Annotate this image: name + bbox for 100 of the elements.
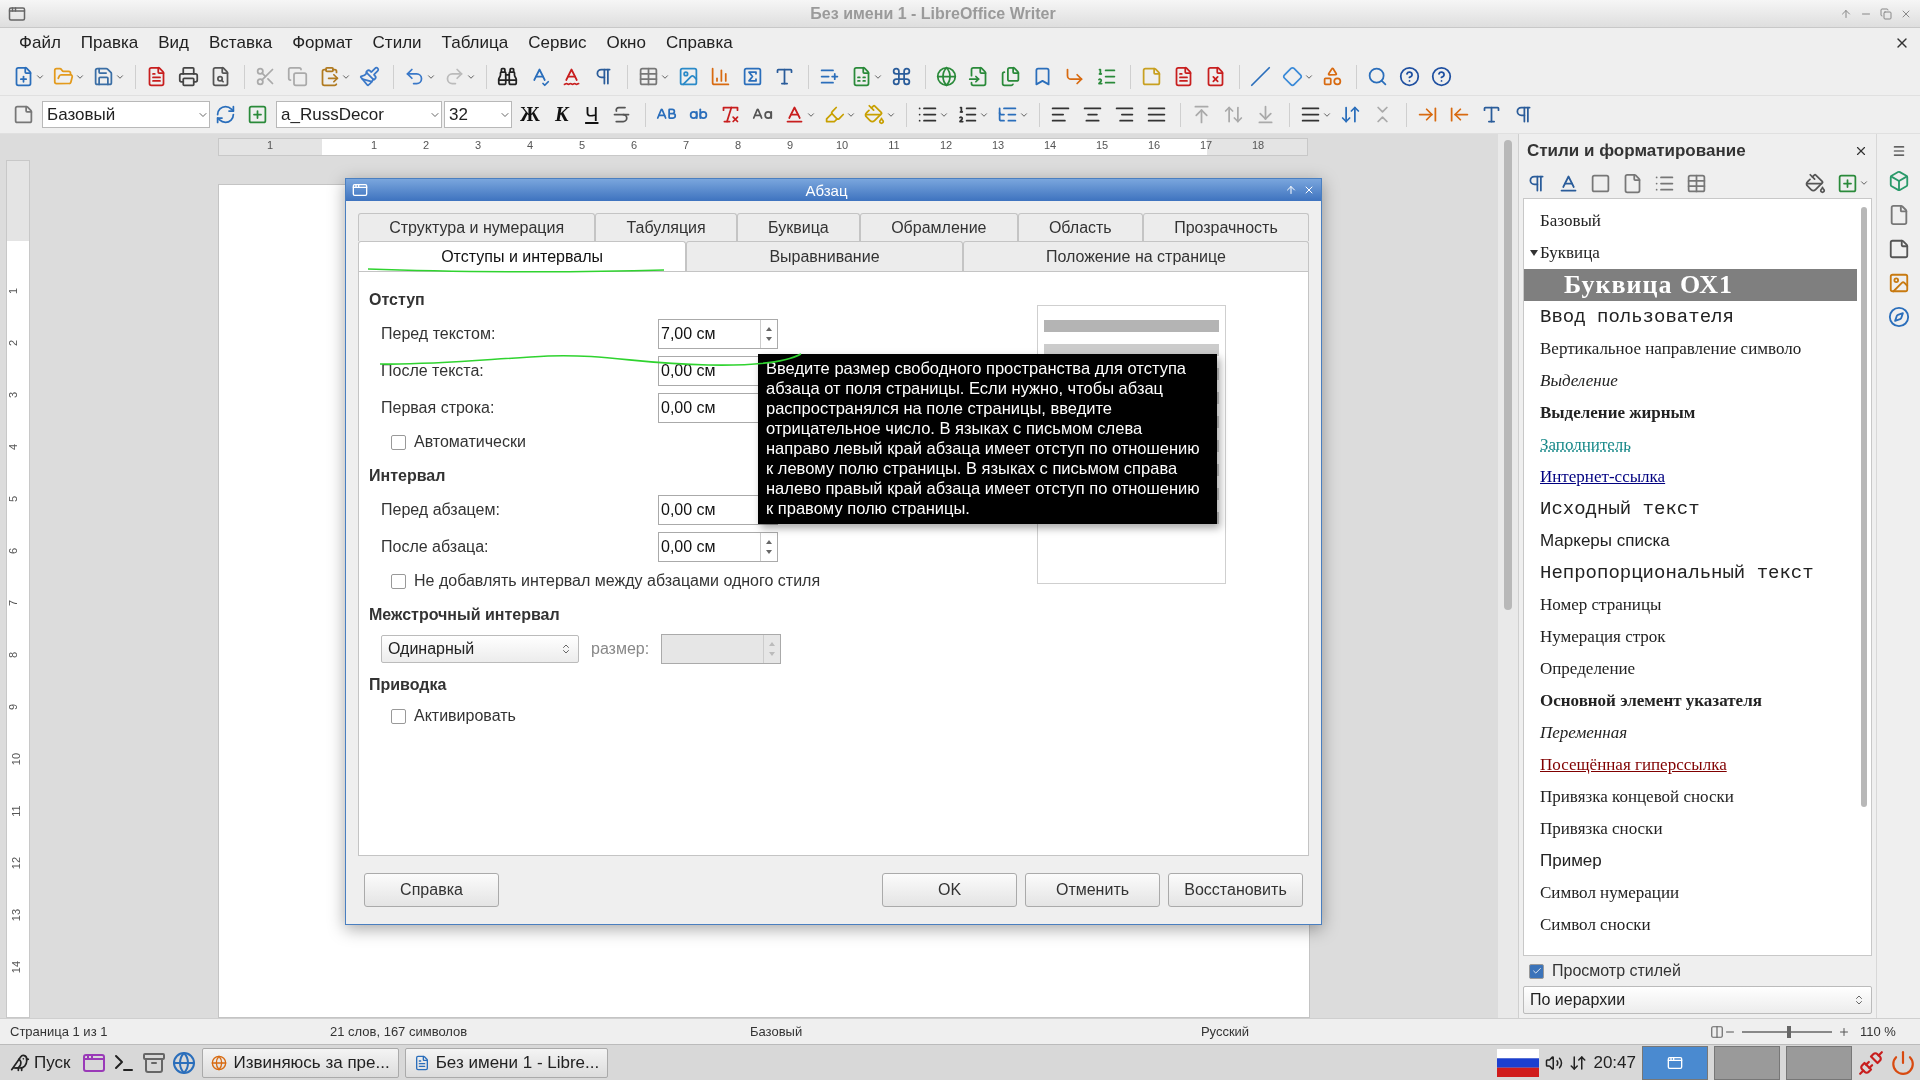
dialog-tab[interactable]: Область: [1017, 213, 1143, 241]
ruler-number: 14: [10, 960, 23, 974]
ruler-number: 16: [1147, 139, 1161, 151]
style-item[interactable]: Привязка сноски: [1524, 813, 1857, 845]
ruler-number: 11: [888, 139, 900, 151]
reset-button[interactable]: Восстановить: [1168, 873, 1303, 907]
ruler-number: 2: [7, 339, 20, 347]
dialog-tab[interactable]: Табуляция: [595, 213, 737, 241]
spin-field[interactable]: 0,00 см: [658, 531, 778, 562]
menu-item[interactable]: Вставка: [200, 31, 282, 55]
style-item[interactable]: Заполнитель: [1524, 429, 1857, 461]
ruler-number: 5: [578, 139, 586, 151]
ruler-number: 7: [7, 599, 20, 607]
format-button[interactable]: Ч: [577, 98, 606, 131]
ruler-number: 10: [10, 752, 23, 766]
style-item[interactable]: Буквица ОХ1: [1524, 269, 1857, 301]
dialog-title: Абзац: [804, 181, 849, 199]
section-title: Межстрочный интервал: [369, 605, 560, 625]
style-item[interactable]: Выделение: [1524, 365, 1857, 397]
spin-field[interactable]: 7,00 см: [658, 318, 778, 349]
dialog-tab[interactable]: Прозрачность: [1142, 213, 1309, 241]
help-button[interactable]: Справка: [364, 873, 499, 907]
ruler-number: 8: [734, 139, 742, 151]
menu-item[interactable]: Таблица: [432, 31, 518, 55]
checkbox[interactable]: Просмотр стилей: [1523, 956, 1872, 986]
ruler-number: 6: [630, 139, 638, 151]
sidebar-title: Стили и форматирование: [1527, 141, 1747, 161]
page-style: Базовый: [749, 1024, 804, 1039]
taskbar-button[interactable]: Извиняюсь за пре...: [202, 1047, 399, 1078]
style-item[interactable]: Номер страницы: [1524, 589, 1857, 621]
dialog-tab[interactable]: Выравнивание: [686, 241, 963, 271]
style-item[interactable]: Определение: [1524, 653, 1857, 685]
field-label: Первая строка:: [381, 398, 496, 417]
ruler-number: 1: [7, 287, 20, 295]
format-button[interactable]: К: [547, 98, 576, 131]
style-item[interactable]: Посещённая гиперссылка: [1524, 749, 1857, 781]
ruler-number: 9: [7, 703, 20, 711]
ruler-number: 1: [266, 139, 274, 151]
size-label: размер:: [591, 639, 650, 658]
language: Русский: [1199, 1024, 1251, 1039]
style-item[interactable]: Переменная: [1524, 717, 1857, 749]
ruler-number: 18: [1251, 139, 1265, 151]
section-title: Отступ: [369, 290, 425, 310]
menu-item[interactable]: Формат: [283, 31, 362, 55]
checkbox[interactable]: Не добавлять интервал между абзацами одного стиля: [369, 565, 1029, 597]
ruler-number: 7: [682, 139, 690, 151]
ruler-number: 2: [422, 139, 430, 151]
style-item[interactable]: Интернет-ссылка: [1524, 461, 1857, 493]
ruler-number: 1: [370, 139, 378, 151]
field-label: После текста:: [381, 361, 485, 380]
style-item[interactable]: Символ нумерации: [1524, 877, 1857, 909]
menu-item[interactable]: Вид: [149, 31, 198, 55]
menu-item[interactable]: Сервис: [519, 31, 596, 55]
style-item[interactable]: Буквица: [1524, 237, 1857, 269]
style-filter-select[interactable]: По иерархии: [1523, 986, 1872, 1014]
menu-item[interactable]: Правка: [71, 31, 148, 55]
menu-item[interactable]: Справка: [656, 31, 742, 55]
field-label: После абзаца:: [381, 537, 490, 556]
format-button[interactable]: Ж: [514, 98, 546, 131]
style-item[interactable]: Нумерация строк: [1524, 621, 1857, 653]
word-count: 21 слов, 167 символов: [329, 1024, 469, 1039]
style-item[interactable]: Вертикальное направление символо: [1524, 333, 1857, 365]
dialog-tab[interactable]: Положение на странице: [962, 241, 1309, 271]
menu-item[interactable]: Стили: [363, 31, 431, 55]
font-size-field[interactable]: 32: [444, 101, 512, 128]
style-item[interactable]: Привязка концевой сноски: [1524, 781, 1857, 813]
ruler-number: 11: [9, 805, 22, 817]
style-item[interactable]: Непропорциональный текст: [1524, 557, 1857, 589]
ruler-number: 8: [7, 651, 20, 659]
style-item[interactable]: Исходный текст: [1524, 493, 1857, 525]
menu-item[interactable]: Файл: [10, 31, 70, 55]
dialog-tab[interactable]: Отступы и интервалы: [358, 241, 687, 271]
menu-item[interactable]: Окно: [597, 31, 655, 55]
style-field[interactable]: Базовый: [42, 101, 210, 128]
ok-button[interactable]: OK: [882, 873, 1017, 907]
style-item[interactable]: Пример: [1524, 845, 1857, 877]
ruler-number: 4: [526, 139, 534, 151]
style-item[interactable]: Базовый: [1524, 205, 1857, 237]
start-button[interactable]: Пуск: [4, 1046, 77, 1079]
ruler-number: 13: [991, 139, 1005, 151]
cancel-button[interactable]: Отменить: [1025, 873, 1160, 907]
zoom-value: 110 %: [1859, 1024, 1897, 1039]
dialog-tab[interactable]: Обрамление: [859, 213, 1018, 241]
style-item[interactable]: Маркеры списка: [1524, 525, 1857, 557]
ruler-number: 3: [474, 139, 482, 151]
style-item[interactable]: Ввод пользователя: [1524, 301, 1857, 333]
taskbar-button[interactable]: Без имени 1 - Libre...: [404, 1047, 609, 1078]
font-name-field[interactable]: a_RussDecor: [276, 101, 442, 128]
style-item[interactable]: Символ сноски: [1524, 909, 1857, 941]
ruler-number: 3: [7, 391, 20, 399]
dialog-tab[interactable]: Структура и нумерация: [358, 213, 596, 241]
style-item[interactable]: Выделение жирным: [1524, 397, 1857, 429]
clock: 20:47: [1593, 1052, 1636, 1073]
style-item[interactable]: Основной элемент указателя: [1524, 685, 1857, 717]
dialog-tab[interactable]: Буквица: [736, 213, 860, 241]
checkbox[interactable]: Активировать: [369, 700, 1029, 732]
section-title: Приводка: [369, 675, 447, 695]
ruler-number: 17: [1199, 139, 1213, 151]
ruler-number: 15: [1095, 139, 1109, 151]
ruler-number: 10: [835, 139, 849, 151]
